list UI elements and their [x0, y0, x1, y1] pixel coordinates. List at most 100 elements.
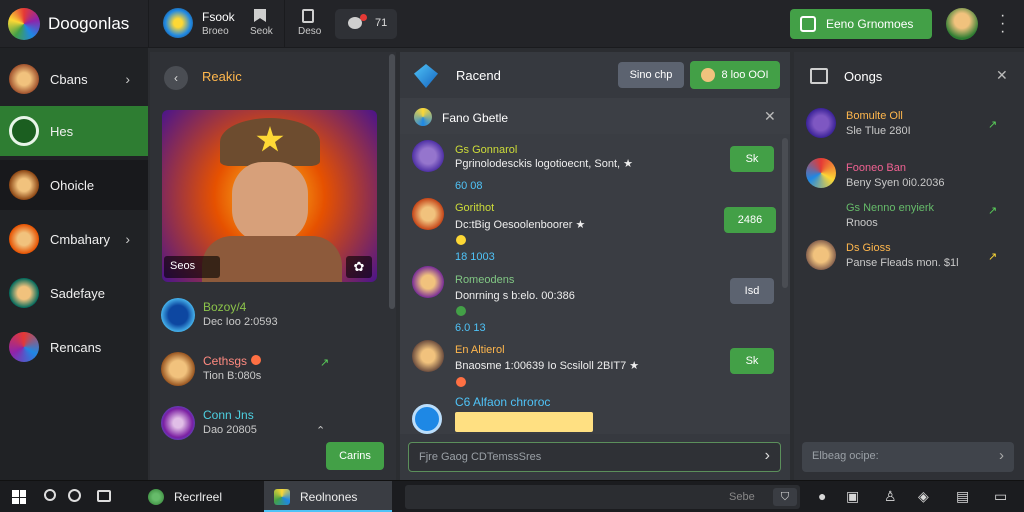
message-text: Donrning s b:elo. 00:386: [455, 290, 575, 302]
more-icon[interactable]: · · ·: [1000, 8, 1005, 40]
controller-icon[interactable]: ◈: [918, 488, 929, 505]
send-icon[interactable]: ›: [999, 447, 1004, 464]
close-icon[interactable]: ✕: [996, 67, 1008, 84]
hero-settings-icon[interactable]: ✿: [346, 256, 372, 278]
message-meta: 18 1003: [455, 251, 495, 263]
taskbar-app-label: Recrlreel: [174, 490, 223, 504]
notifications-button[interactable]: [335, 9, 397, 39]
thread-icon: [414, 108, 432, 126]
message-author[interactable]: En Altierol: [455, 344, 505, 356]
taskbar-app-1[interactable]: Recrlreel: [138, 481, 262, 512]
message-avatar: [412, 198, 444, 230]
sidebar-item-0[interactable]: Cbans ›: [0, 54, 148, 104]
entry-name[interactable]: Cethsgs: [203, 354, 247, 368]
panel-title: Oongs: [844, 69, 883, 84]
side-search-input[interactable]: Elbeag ocipe: ›: [802, 442, 1014, 472]
app-icon: [148, 489, 164, 505]
primary-button-label: Eeno Grnomoes: [826, 17, 914, 31]
avatar: [9, 170, 39, 200]
secondary-button[interactable]: Sino chp: [618, 62, 684, 88]
sidebar-item-1[interactable]: Hes: [0, 106, 148, 156]
item-name[interactable]: Bomulte Oll: [846, 110, 903, 122]
sidebar-item-2[interactable]: Ohoicle: [0, 160, 148, 210]
tab3-sub: Deso: [298, 26, 322, 37]
tab-avatar-icon[interactable]: [163, 8, 193, 38]
right-panel: Oongs ✕ Bomulte Oll Sle Tlue 280I ↗ Foon…: [794, 52, 1024, 480]
entry-name[interactable]: Conn Jns: [203, 408, 254, 422]
check-icon: [456, 306, 466, 316]
send-icon[interactable]: ›: [765, 447, 770, 465]
scrollbar[interactable]: [389, 54, 395, 309]
trend-icon: ↗: [988, 119, 998, 131]
message-text: Dc:tBig Oesoolenboorer ★: [455, 219, 586, 231]
message-action-button[interactable]: 2486: [724, 207, 776, 233]
avatar: [9, 224, 39, 254]
chevron-up-icon[interactable]: ⌃: [316, 424, 325, 437]
join-avatar-icon: [701, 68, 716, 82]
item-avatar: [806, 240, 836, 270]
hero-tag-label: Seos: [170, 260, 196, 272]
scrollbar[interactable]: [782, 138, 788, 288]
message-author[interactable]: Gorithot: [455, 202, 494, 214]
display-icon[interactable]: ▤: [956, 488, 969, 505]
task-view-icon[interactable]: [97, 490, 111, 502]
message-action-button[interactable]: Isd: [730, 278, 774, 304]
bookmark-icon[interactable]: [254, 9, 266, 22]
join-button[interactable]: 8 loo OOI: [690, 61, 780, 89]
fire-icon: [251, 355, 261, 365]
middle-panel: Racend Sino chp 8 loo OOI Fano Gbetle ✕ …: [400, 52, 790, 480]
emoji-icon: [456, 377, 466, 387]
search-icon[interactable]: [44, 489, 56, 501]
image-icon[interactable]: ▣: [846, 488, 859, 505]
doc-icon[interactable]: [302, 9, 314, 23]
message-action-button[interactable]: Sk: [730, 146, 774, 172]
taskbar-search-box[interactable]: Sebe ⛉: [405, 485, 800, 509]
item-sub: Beny Syen 0i0.2036: [846, 177, 945, 189]
sidebar-item-3[interactable]: Cmbahary ›: [0, 214, 148, 264]
cortana-icon[interactable]: [68, 489, 81, 502]
notification-center-icon[interactable]: ▭: [994, 488, 1007, 505]
message-action-label: Sk: [745, 355, 759, 367]
back-icon[interactable]: ‹: [164, 66, 188, 90]
sidebar: Cbans › Hes Ohoicle Cmbahary › Sadefaye …: [0, 48, 148, 480]
item-name[interactable]: Gs Nenno enyierk: [846, 202, 934, 214]
message-input[interactable]: Fjre Gaog CDTemssSres ›: [408, 442, 781, 472]
sidebar-item-label: Cmbahary: [50, 231, 110, 247]
message-meta: 60 08: [455, 180, 483, 192]
message-action-label: Sk: [745, 153, 759, 165]
people-icon[interactable]: ♙: [884, 488, 897, 505]
avatar: [9, 332, 39, 362]
message-action-button[interactable]: Sk: [730, 348, 774, 374]
message-action-label: 2486: [737, 214, 763, 226]
entry-avatar: [161, 352, 195, 386]
sidebar-item-label: Hes: [50, 123, 74, 139]
app-title: Doogonlas: [48, 14, 130, 33]
sidebar-item-label: Ohoicle: [50, 177, 95, 193]
item-name[interactable]: Ds Gioss: [846, 242, 891, 254]
tab1-title[interactable]: Fsook: [202, 10, 235, 24]
sidebar-item-5[interactable]: Rencans: [0, 322, 148, 372]
message-action-label: Isd: [744, 285, 760, 297]
chat-icon[interactable]: ●: [818, 488, 826, 504]
avatar: [9, 116, 39, 146]
item-sub: Rnoos: [846, 217, 878, 229]
composer-attachment[interactable]: [455, 412, 593, 432]
item-name[interactable]: Fooneo Ban: [846, 162, 906, 174]
shield-icon[interactable]: ⛉: [773, 488, 797, 506]
user-avatar[interactable]: [946, 8, 978, 40]
message-author[interactable]: Gs Gonnarol: [455, 144, 517, 156]
sidebar-item-4[interactable]: Sadefaye: [0, 268, 148, 318]
message-author[interactable]: Romeodens: [455, 274, 514, 286]
close-icon[interactable]: ✕: [764, 108, 776, 125]
panel-title: Racend: [456, 68, 501, 83]
chevron-right-icon: ›: [125, 71, 130, 87]
tab2-sub: Seok: [250, 26, 273, 37]
message-avatar: [412, 340, 444, 372]
top-bar: Doogonlas Fsook Broeo Seok Deso 71 Eeno …: [0, 0, 1024, 48]
windows-start-icon[interactable]: [12, 490, 26, 504]
panel-button[interactable]: Carins: [326, 442, 384, 470]
secondary-button-label: Sino chp: [629, 69, 673, 81]
taskbar-app-2[interactable]: Reolnones: [264, 481, 392, 512]
entry-name[interactable]: Bozoy/4: [203, 300, 246, 314]
composer-label: C6 Alfaon chroroc: [455, 395, 551, 409]
